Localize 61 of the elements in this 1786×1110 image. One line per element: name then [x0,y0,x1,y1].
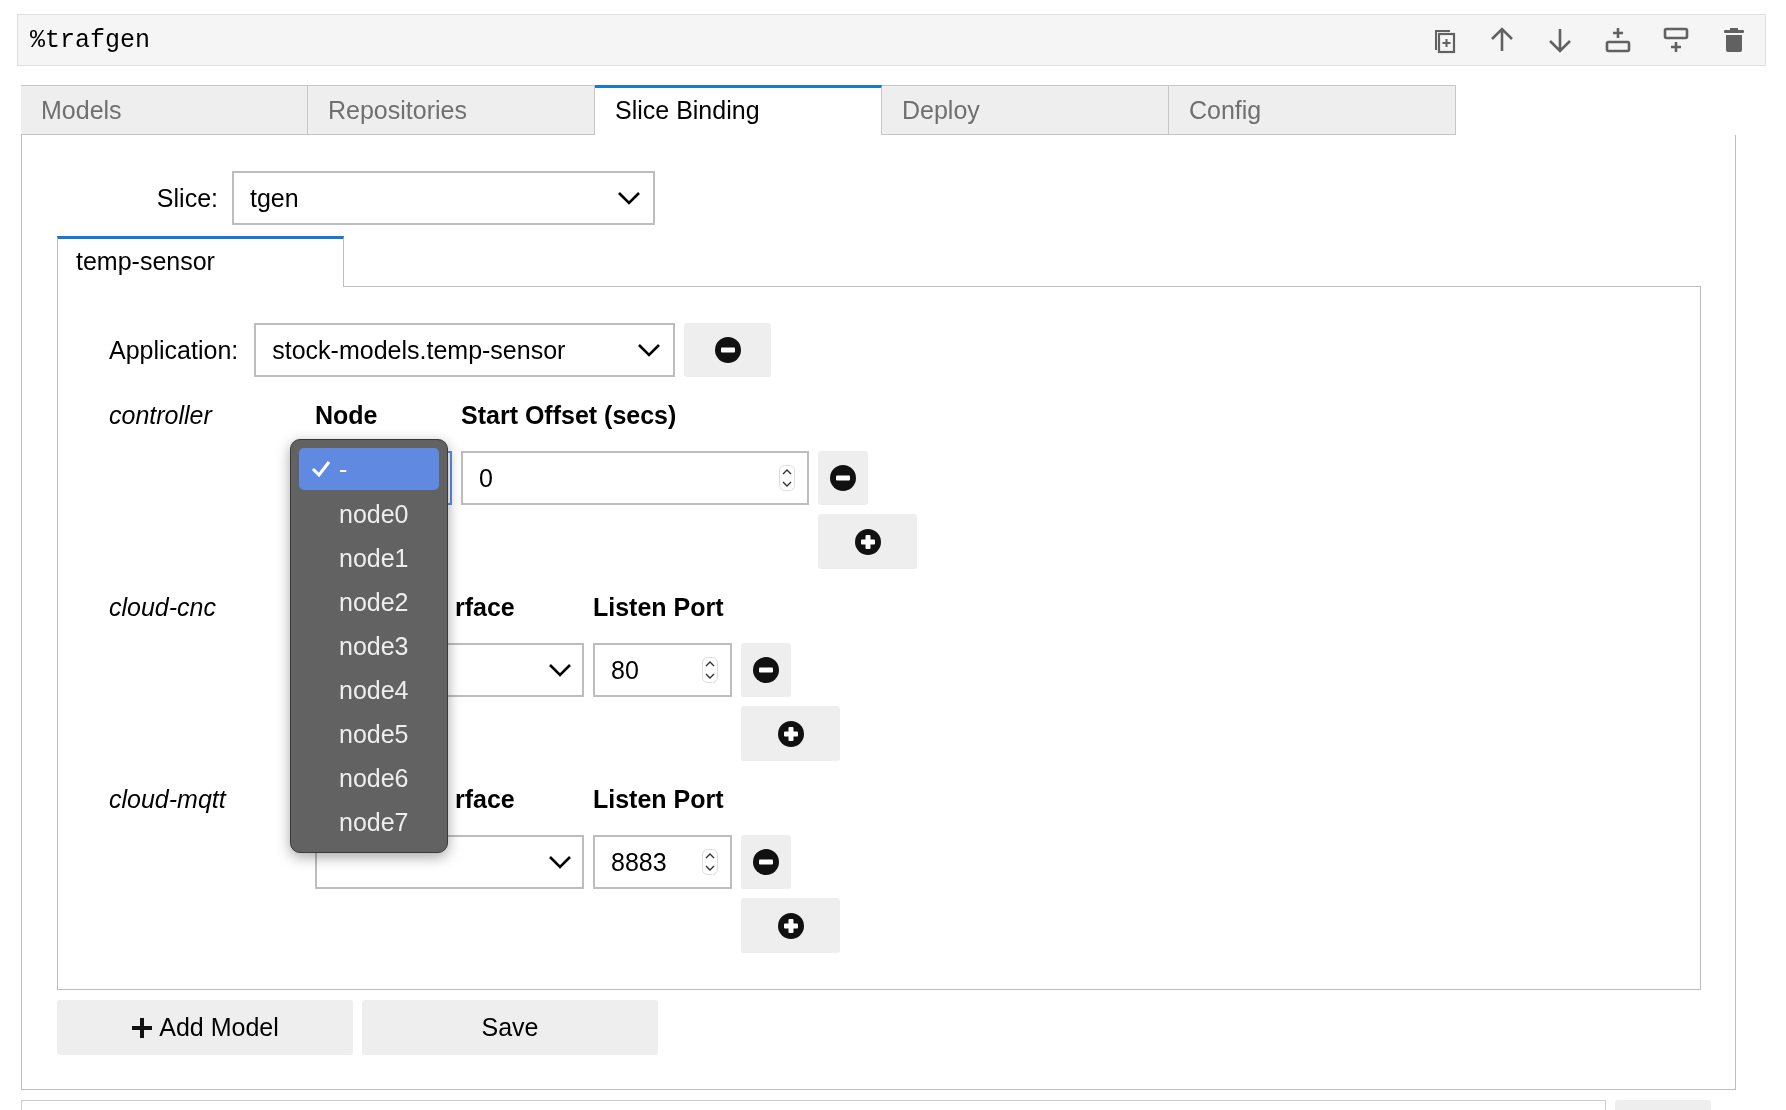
minus-icon [830,465,856,491]
menu-option[interactable]: node0 [299,492,439,536]
slice-select[interactable]: tgen [232,171,655,225]
remove-button[interactable] [684,323,772,377]
add-button[interactable] [741,706,840,761]
model-tab[interactable]: temp-sensor [57,236,344,287]
service-name: controller [109,400,214,431]
insert-below-icon [1662,26,1690,54]
slice-label: Slice: [155,183,218,213]
tab[interactable]: Repositories [308,85,595,135]
check-icon [311,460,331,478]
menu-option[interactable]: node5 [299,712,439,756]
menu-option[interactable]: node2 [299,580,439,624]
arrow-down-icon [1546,26,1574,54]
chevron-down-icon [548,663,572,677]
cell-source: %trafgen [29,25,152,55]
remove-button[interactable] [741,835,791,889]
tab[interactable]: Deploy [882,85,1169,135]
add-button[interactable] [741,898,840,953]
column-header: Listen Port [593,784,725,815]
chevron-down-icon [548,855,572,869]
column-header: rface [455,784,515,815]
chevron-down-icon [637,343,662,357]
plus-icon [854,528,881,555]
service-name: cloud-cnc [109,592,217,623]
number-field[interactable]: 8883 [593,835,732,889]
application-label: Application: [109,335,239,365]
save-button[interactable]: Save [362,1000,658,1055]
column-header: Node [315,400,378,431]
add-button[interactable] [818,514,917,569]
number-field[interactable]: 0 [461,451,809,505]
menu-option[interactable]: - [299,448,439,490]
minus-icon [714,337,741,363]
remove-button[interactable] [818,451,868,505]
minus-icon [753,849,779,875]
column-header: rface [455,592,515,623]
column-header: Listen Port [593,592,725,623]
code-cell[interactable]: %trafgen [17,14,1766,66]
application-select[interactable]: stock-models.temp-sensor [254,323,676,377]
plus-icon [131,1016,154,1039]
tab[interactable]: Config [1169,85,1456,135]
service-name: cloud-mqtt [109,784,228,815]
menu-option[interactable]: node6 [299,756,439,800]
tab[interactable]: Models [21,85,308,135]
chevron-down-icon [617,191,641,205]
plus-icon [777,912,804,939]
menu-option[interactable]: node3 [299,624,439,668]
menu-option[interactable]: node7 [299,800,439,844]
remove-button[interactable] [741,643,791,697]
number-field[interactable]: 80 [593,643,732,697]
column-header: Start Offset (secs) [461,400,678,431]
menu-option[interactable]: node4 [299,668,439,712]
spinner-icon [702,657,718,683]
minus-icon [753,657,779,683]
spinner-icon [779,465,795,491]
spinner-icon [702,849,718,875]
add-model-button[interactable]: Add Model [57,1000,353,1055]
insert-above-icon [1604,26,1632,54]
menu-option[interactable]: node1 [299,536,439,580]
tab[interactable]: Slice Binding [595,85,882,135]
plus-icon [777,720,804,747]
